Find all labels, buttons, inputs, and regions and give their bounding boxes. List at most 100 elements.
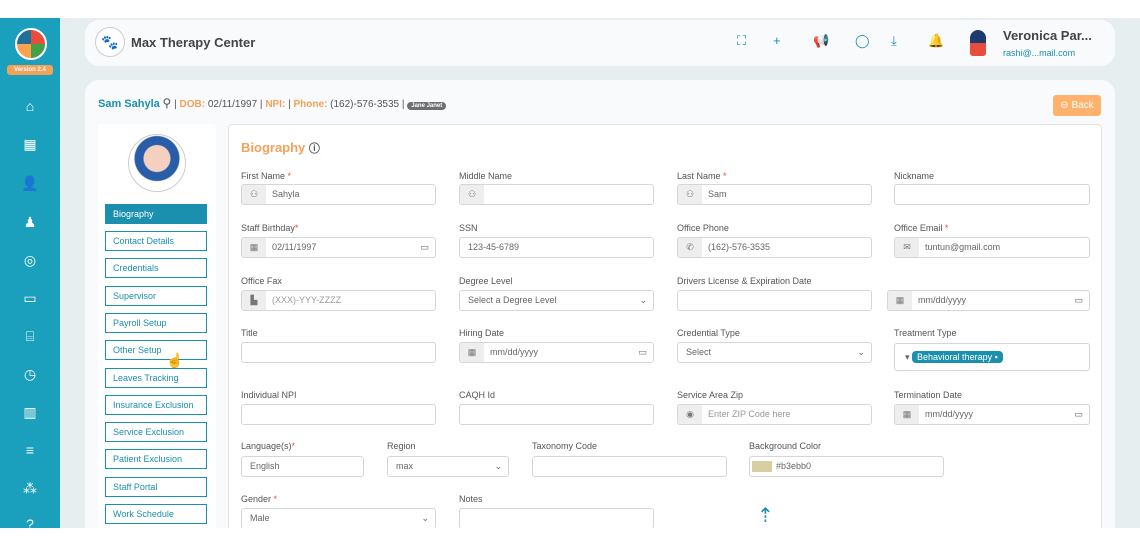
middle-name-label: Middle Name bbox=[459, 171, 513, 181]
user-name[interactable]: Veronica Par... bbox=[1003, 28, 1092, 43]
fullscreen-icon[interactable]: ⛶ bbox=[737, 33, 746, 49]
search-icon[interactable]: ⚲ bbox=[163, 96, 172, 110]
mail-icon: ✉ bbox=[895, 238, 919, 257]
menu-icon[interactable]: ≡ bbox=[18, 440, 42, 460]
birthday-input[interactable]: ▦ 02/11/1997 ▭ bbox=[241, 237, 436, 258]
biography-form: Biography ⓘ First Name * ⚇ Sahyla Middle … bbox=[228, 124, 1102, 544]
notes-input[interactable] bbox=[459, 508, 654, 529]
profile-panel: Biography Contact Details Credentials Su… bbox=[98, 124, 216, 544]
help-icon[interactable]: ⓘ bbox=[309, 143, 320, 155]
chart-icon[interactable]: ▥ bbox=[18, 402, 42, 422]
dob-label: DOB: bbox=[179, 99, 206, 110]
office-fax-label: Office Fax bbox=[241, 276, 282, 286]
app-logo bbox=[15, 28, 47, 60]
license-input[interactable] bbox=[677, 290, 872, 311]
degree-label: Degree Level bbox=[459, 276, 513, 286]
zip-input[interactable]: ◉ Enter ZIP Code here bbox=[677, 404, 872, 425]
sidebar: Version 2.4 ⌂ ▦ 👤 ♟ ◎ ▭ ⌸ ◷ ▥ ≡ ⁂ ? bbox=[0, 18, 60, 532]
network-icon[interactable]: ⁂ bbox=[18, 478, 42, 498]
user-icon[interactable]: ♟ bbox=[18, 212, 42, 232]
calendar-icon[interactable]: ▦ bbox=[18, 134, 42, 154]
ssn-input[interactable]: 123-45-6789 bbox=[459, 237, 654, 258]
tab-other-setup[interactable]: Other Setup bbox=[105, 340, 207, 360]
npi-label: NPI: bbox=[265, 99, 286, 110]
last-name-input[interactable]: ⚇ Sam bbox=[677, 184, 872, 205]
credential-type-select[interactable]: Select ⌄ bbox=[677, 342, 872, 363]
notes-label: Notes bbox=[459, 494, 483, 504]
zip-label: Service Area Zip bbox=[677, 390, 744, 400]
region-label: Region bbox=[387, 441, 416, 451]
user-email: rashi@...mail.com bbox=[1003, 48, 1076, 58]
form-title: Biography ⓘ bbox=[241, 140, 320, 155]
gender-select[interactable]: Male ⌄ bbox=[241, 508, 436, 529]
tab-credentials[interactable]: Credentials bbox=[105, 258, 207, 278]
phone-value: (162)-576-3535 bbox=[330, 99, 400, 110]
patient-name[interactable]: Sam Sahyla bbox=[98, 98, 160, 110]
tab-insurance-exclusion[interactable]: Insurance Exclusion bbox=[105, 395, 207, 415]
tab-patient-exclusion[interactable]: Patient Exclusion bbox=[105, 449, 207, 469]
settings-icon[interactable]: ◎ bbox=[18, 250, 42, 270]
taxonomy-input[interactable] bbox=[532, 456, 727, 477]
mouse-cursor-icon: ☝ bbox=[166, 352, 184, 368]
tab-service-exclusion[interactable]: Service Exclusion bbox=[105, 422, 207, 442]
top-header: 🐾 Max Therapy Center ⛶ + 📢 ◯ ⤓ 🔔 Veronic… bbox=[85, 20, 1115, 66]
first-name-input[interactable]: ⚇ Sahyla bbox=[241, 184, 436, 205]
npi-input[interactable] bbox=[241, 404, 436, 425]
office-email-input[interactable]: ✉ tuntun@gmail.com bbox=[894, 237, 1090, 258]
home-icon[interactable]: ⌂ bbox=[18, 96, 42, 116]
main-panel: Sam Sahyla ⚲ | DOB: 02/11/1997 | NPI: | … bbox=[85, 80, 1115, 544]
nickname-input[interactable] bbox=[894, 184, 1090, 205]
language-input[interactable]: English bbox=[241, 456, 364, 477]
nickname-label: Nickname bbox=[894, 171, 935, 181]
credential-type-label: Credential Type bbox=[677, 328, 740, 338]
profile-avatar[interactable] bbox=[128, 134, 186, 192]
bell-icon[interactable]: 🔔 bbox=[928, 33, 944, 49]
tab-leaves-tracking[interactable]: Leaves Tracking bbox=[105, 368, 207, 388]
caqh-label: CAQH Id bbox=[459, 390, 496, 400]
bg-color-input[interactable]: #b3ebb0 bbox=[749, 456, 944, 477]
color-swatch[interactable] bbox=[752, 461, 772, 473]
office-phone-input[interactable]: ✆ (162)-576-3535 bbox=[677, 237, 872, 258]
download-icon[interactable]: ⤓ bbox=[891, 33, 897, 49]
plus-icon[interactable]: + bbox=[773, 33, 781, 48]
back-button[interactable]: ⊖ Back bbox=[1053, 95, 1101, 116]
tab-staff-portal[interactable]: Staff Portal bbox=[105, 477, 207, 497]
chat-icon[interactable]: ◯ bbox=[855, 33, 870, 49]
card-icon[interactable]: ▭ bbox=[18, 288, 42, 308]
office-phone-label: Office Phone bbox=[677, 223, 729, 233]
calendar-icon: ▦ bbox=[888, 291, 912, 310]
first-name-label: First Name * bbox=[241, 171, 292, 181]
treatment-type-select[interactable]: ▾ Behavioral therapy ▪ bbox=[894, 343, 1090, 371]
ssn-label: SSN bbox=[459, 223, 478, 233]
taxonomy-label: Taxonomy Code bbox=[532, 441, 598, 451]
termination-input[interactable]: ▦ mm/dd/yyyy ▭ bbox=[894, 404, 1090, 425]
clinic-title: Max Therapy Center bbox=[131, 35, 256, 50]
clinic-logo: 🐾 bbox=[95, 27, 125, 57]
gender-label: Gender * bbox=[241, 494, 278, 504]
megaphone-icon[interactable]: 📢 bbox=[813, 33, 829, 49]
add-user-icon[interactable]: 👤 bbox=[18, 173, 42, 193]
caqh-input[interactable] bbox=[459, 404, 654, 425]
hiring-date-input[interactable]: ▦ mm/dd/yyyy ▭ bbox=[459, 342, 654, 363]
title-input[interactable] bbox=[241, 342, 436, 363]
region-select[interactable]: max ⌄ bbox=[387, 456, 509, 477]
phone-icon: ✆ bbox=[678, 238, 702, 257]
calendar-icon: ▦ bbox=[242, 238, 266, 257]
degree-select[interactable]: Select a Degree Level ⌄ bbox=[459, 290, 654, 311]
upload-icon[interactable]: ⇡ bbox=[757, 503, 774, 528]
tab-work-schedule[interactable]: Work Schedule bbox=[105, 504, 207, 524]
tab-payroll-setup[interactable]: Payroll Setup bbox=[105, 313, 207, 333]
tab-contact-details[interactable]: Contact Details bbox=[105, 231, 207, 251]
remove-icon[interactable]: ▪ bbox=[995, 352, 998, 362]
clock-icon[interactable]: ◷ bbox=[18, 364, 42, 384]
license-expiration-input[interactable]: ▦ mm/dd/yyyy ▭ bbox=[887, 290, 1090, 311]
tab-biography[interactable]: Biography bbox=[105, 204, 207, 224]
bank-icon[interactable]: ⌸ bbox=[18, 326, 42, 346]
termination-label: Termination Date bbox=[894, 390, 963, 400]
user-avatar[interactable] bbox=[970, 30, 986, 56]
treatment-chip[interactable]: Behavioral therapy ▪ bbox=[912, 351, 1003, 363]
location-icon: ◉ bbox=[678, 405, 702, 424]
tab-supervisor[interactable]: Supervisor bbox=[105, 286, 207, 306]
middle-name-input[interactable]: ⚇ bbox=[459, 184, 654, 205]
office-fax-input[interactable]: ▙ (XXX)-YYY-ZZZZ bbox=[241, 290, 436, 311]
